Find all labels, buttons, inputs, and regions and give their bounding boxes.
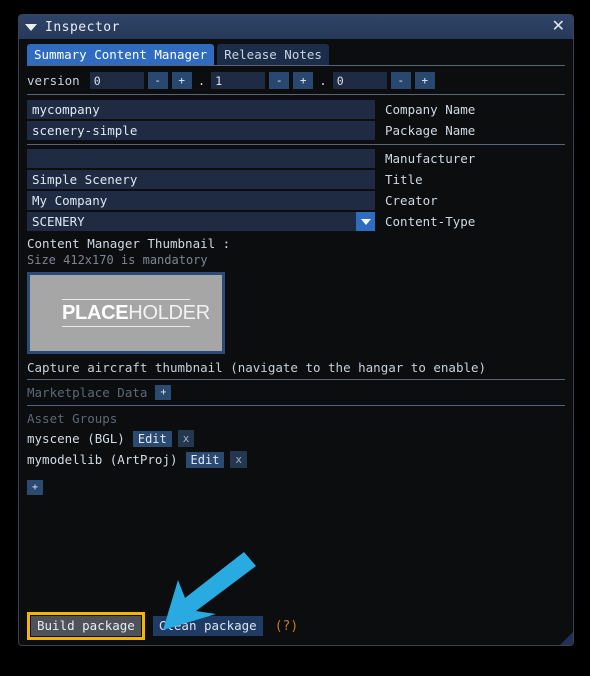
tab-summary-content-manager[interactable]: Summary Content Manager <box>27 44 215 65</box>
resize-grip[interactable] <box>555 632 573 645</box>
version-minor-increment[interactable]: + <box>293 72 314 89</box>
title-input[interactable]: Simple Scenery <box>27 170 375 189</box>
inspector-window: Inspector ✕ Summary Content Manager Rele… <box>18 14 574 646</box>
placeholder-text: PLACEHOLDER <box>62 301 210 325</box>
asset-groups-title: Asset Groups <box>27 411 118 426</box>
asset-group-name: mymodellib (ArtProj) <box>27 452 178 467</box>
field-row-manufacturer: Manufacturer <box>27 149 565 168</box>
page-title: Inspector <box>45 19 120 35</box>
marketplace-add-button[interactable]: + <box>155 385 172 400</box>
asset-group-add-button[interactable]: + <box>27 480 43 495</box>
creator-input[interactable]: My Company <box>27 191 375 210</box>
version-row: version 0 - + . 1 - + . 0 - + <box>27 72 565 95</box>
company-name-label: Company Name <box>385 102 476 117</box>
capture-thumbnail-note: Capture aircraft thumbnail (navigate to … <box>27 360 565 380</box>
clean-package-button[interactable]: Clean package <box>152 616 263 636</box>
field-row-creator: My Company Creator <box>27 191 565 210</box>
marketplace-data-row: Marketplace Data + <box>27 385 565 406</box>
tab-release-notes[interactable]: Release Notes <box>217 44 329 65</box>
version-patch-decrement[interactable]: - <box>390 72 411 89</box>
placeholder-text-light: HOLDER <box>128 302 210 324</box>
build-package-highlight: Build package <box>27 612 145 640</box>
placeholder-text-bold: PLACE <box>62 302 129 324</box>
window-titlebar[interactable]: Inspector ✕ <box>19 15 573 39</box>
field-row-title: Simple Scenery Title <box>27 170 565 189</box>
package-name-input[interactable]: scenery-simple <box>27 121 375 140</box>
screen-root: Inspector ✕ Summary Content Manager Rele… <box>0 0 590 676</box>
asset-group-remove-button[interactable]: x <box>177 430 195 447</box>
version-label: version <box>27 73 80 88</box>
version-minor-decrement[interactable]: - <box>269 72 290 89</box>
version-major-decrement[interactable]: - <box>147 72 168 89</box>
field-row-company-name: mycompany Company Name <box>27 100 565 119</box>
manufacturer-input[interactable] <box>27 149 375 168</box>
field-row-content-type: SCENERY Content-Type <box>27 212 565 231</box>
version-major-increment[interactable]: + <box>171 72 192 89</box>
thumbnail-preview[interactable]: PLACEHOLDER <box>27 272 225 354</box>
asset-group-edit-button[interactable]: Edit <box>185 451 225 468</box>
asset-group-row-mymodellib: mymodellib (ArtProj) Edit x <box>27 451 565 468</box>
company-name-input[interactable]: mycompany <box>27 100 375 119</box>
content-type-select[interactable]: SCENERY <box>27 212 375 231</box>
marketplace-data-label: Marketplace Data <box>27 385 148 400</box>
content-type-value: SCENERY <box>32 214 85 229</box>
title-label: Title <box>385 172 423 187</box>
metadata-fields: mycompany Company Name scenery-simple Pa… <box>27 100 565 231</box>
manufacturer-label: Manufacturer <box>385 151 476 166</box>
chevron-down-icon[interactable] <box>356 212 375 231</box>
asset-group-edit-button[interactable]: Edit <box>132 430 172 447</box>
asset-group-remove-button[interactable]: x <box>230 451 248 468</box>
version-patch-increment[interactable]: + <box>414 72 435 89</box>
triangle-down-icon[interactable] <box>25 23 37 31</box>
field-row-package-name: scenery-simple Package Name <box>27 121 565 140</box>
tab-bar: Summary Content Manager Release Notes <box>27 44 565 66</box>
content-type-label: Content-Type <box>385 214 476 229</box>
build-package-button[interactable]: Build package <box>31 616 141 636</box>
version-separator-2: . <box>319 73 327 88</box>
version-patch-input[interactable]: 0 <box>332 72 387 89</box>
thumbnail-size-note: Size 412x170 is mandatory <box>27 253 208 267</box>
asset-group-name: myscene (BGL) <box>27 431 125 446</box>
package-name-label: Package Name <box>385 123 476 138</box>
placeholder-graphic: PLACEHOLDER <box>62 299 210 327</box>
asset-groups-add-row: + <box>27 475 565 495</box>
version-major-input[interactable]: 0 <box>89 72 144 89</box>
inspector-body: Summary Content Manager Release Notes ve… <box>19 44 573 645</box>
version-separator-1: . <box>197 73 206 88</box>
divider-after-package <box>27 144 565 145</box>
version-minor-input[interactable]: 1 <box>211 72 266 89</box>
asset-group-row-myscene: myscene (BGL) Edit x <box>27 430 565 447</box>
close-icon[interactable]: ✕ <box>552 18 565 36</box>
help-icon[interactable]: (?) <box>275 619 298 634</box>
thumbnail-caption: Content Manager Thumbnail : <box>27 236 231 251</box>
footer-actions: Build package Clean package (?) <box>27 612 298 640</box>
creator-label: Creator <box>385 193 438 208</box>
